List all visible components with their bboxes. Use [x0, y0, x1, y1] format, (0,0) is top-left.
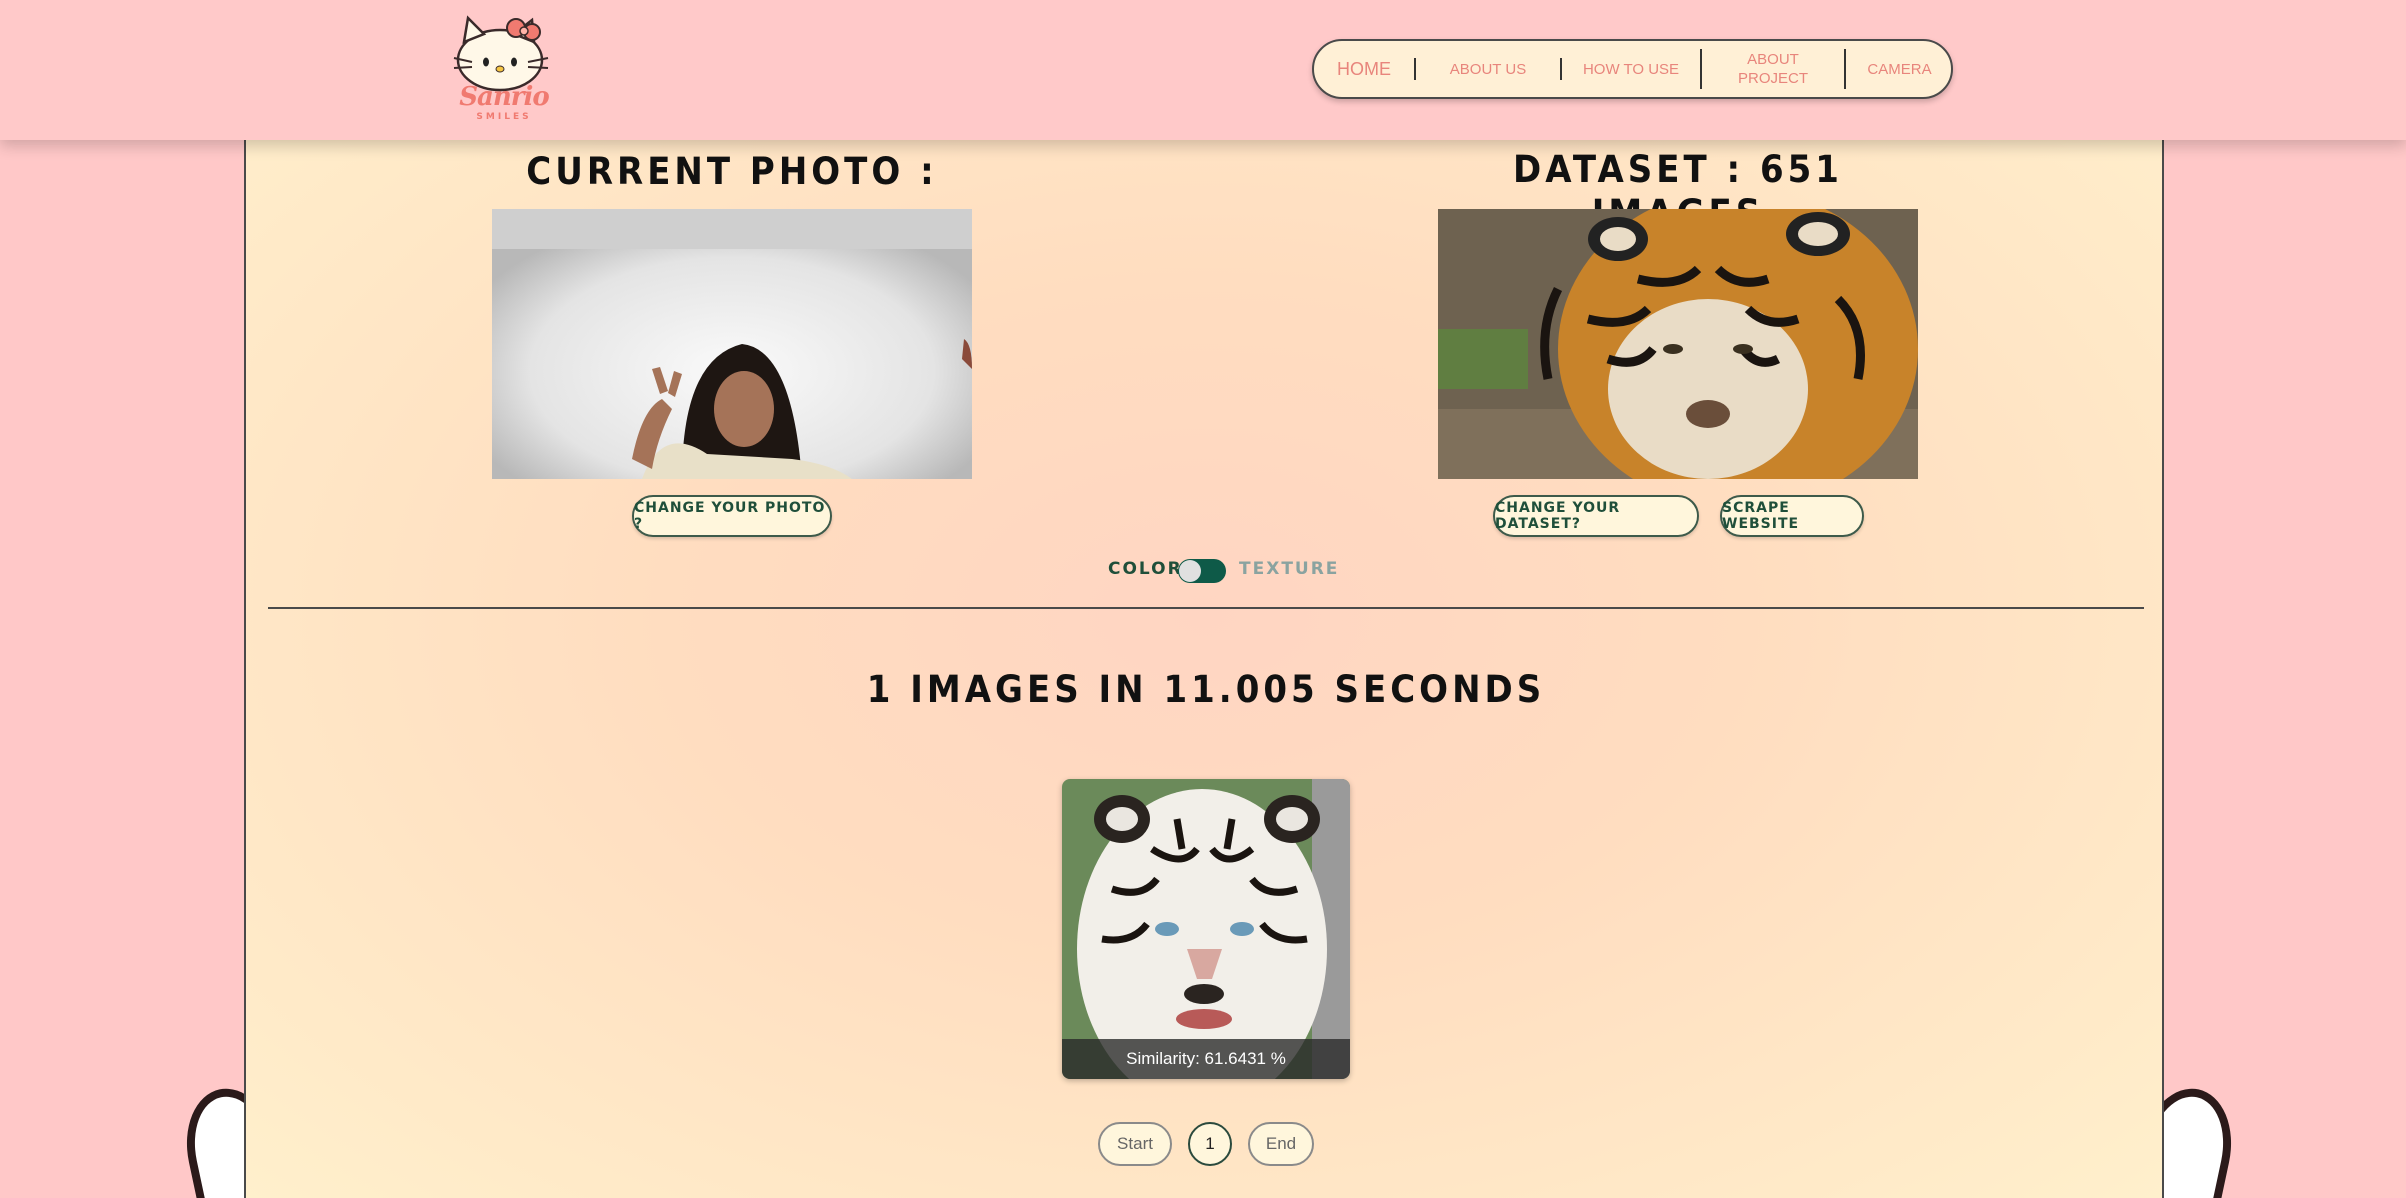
current-photo	[492, 209, 972, 479]
dataset-preview	[1438, 209, 1918, 479]
pagination-end-button[interactable]: End	[1248, 1122, 1314, 1166]
toggle-knob	[1179, 560, 1201, 582]
main-panel: CURRENT PHOTO : CHANGE YOUR PHOTO ? DATA…	[244, 130, 2164, 1198]
logo-text: Sanrio	[459, 82, 549, 112]
nav-about-project[interactable]: ABOUT PROJECT	[1702, 50, 1844, 88]
hello-kitty-logo-icon	[453, 15, 549, 92]
similarity-label: Similarity: 61.6431 %	[1062, 1039, 1350, 1079]
nav-camera[interactable]: CAMERA	[1846, 60, 1953, 79]
result-card[interactable]: Similarity: 61.6431 %	[1062, 779, 1350, 1079]
current-photo-image-icon	[492, 209, 972, 479]
nav-about-us[interactable]: ABOUT US	[1416, 60, 1560, 79]
texture-mode-label: TEXTURE	[1239, 559, 1340, 579]
dataset-tiger-image-icon	[1438, 209, 1918, 479]
change-dataset-button[interactable]: CHANGE YOUR DATASET?	[1493, 495, 1699, 537]
header: Sanrio SMILES HOME ABOUT US HOW TO USE A…	[0, 0, 2406, 140]
logo[interactable]: Sanrio SMILES	[452, 12, 556, 122]
pagination-start-button[interactable]: Start	[1098, 1122, 1172, 1166]
scrape-website-button[interactable]: SCRAPE WEBSITE	[1720, 495, 1864, 537]
color-mode-label: COLOR	[1108, 559, 1183, 579]
section-divider	[268, 607, 2144, 609]
results-title: 1 IMAGES IN 11.005 SECONDS	[866, 668, 1546, 712]
logo-subtext: SMILES	[476, 112, 532, 122]
result-white-tiger-image-icon	[1062, 779, 1350, 1079]
color-texture-toggle[interactable]	[1178, 559, 1226, 583]
current-photo-title: CURRENT PHOTO :	[526, 150, 938, 194]
pagination-page-1-button[interactable]: 1	[1188, 1122, 1232, 1166]
change-photo-button[interactable]: CHANGE YOUR PHOTO ?	[632, 495, 832, 537]
main-nav: HOME ABOUT US HOW TO USE ABOUT PROJECT C…	[1312, 39, 1953, 99]
nav-home[interactable]: HOME	[1314, 59, 1414, 79]
nav-how-to-use[interactable]: HOW TO USE	[1562, 60, 1700, 79]
